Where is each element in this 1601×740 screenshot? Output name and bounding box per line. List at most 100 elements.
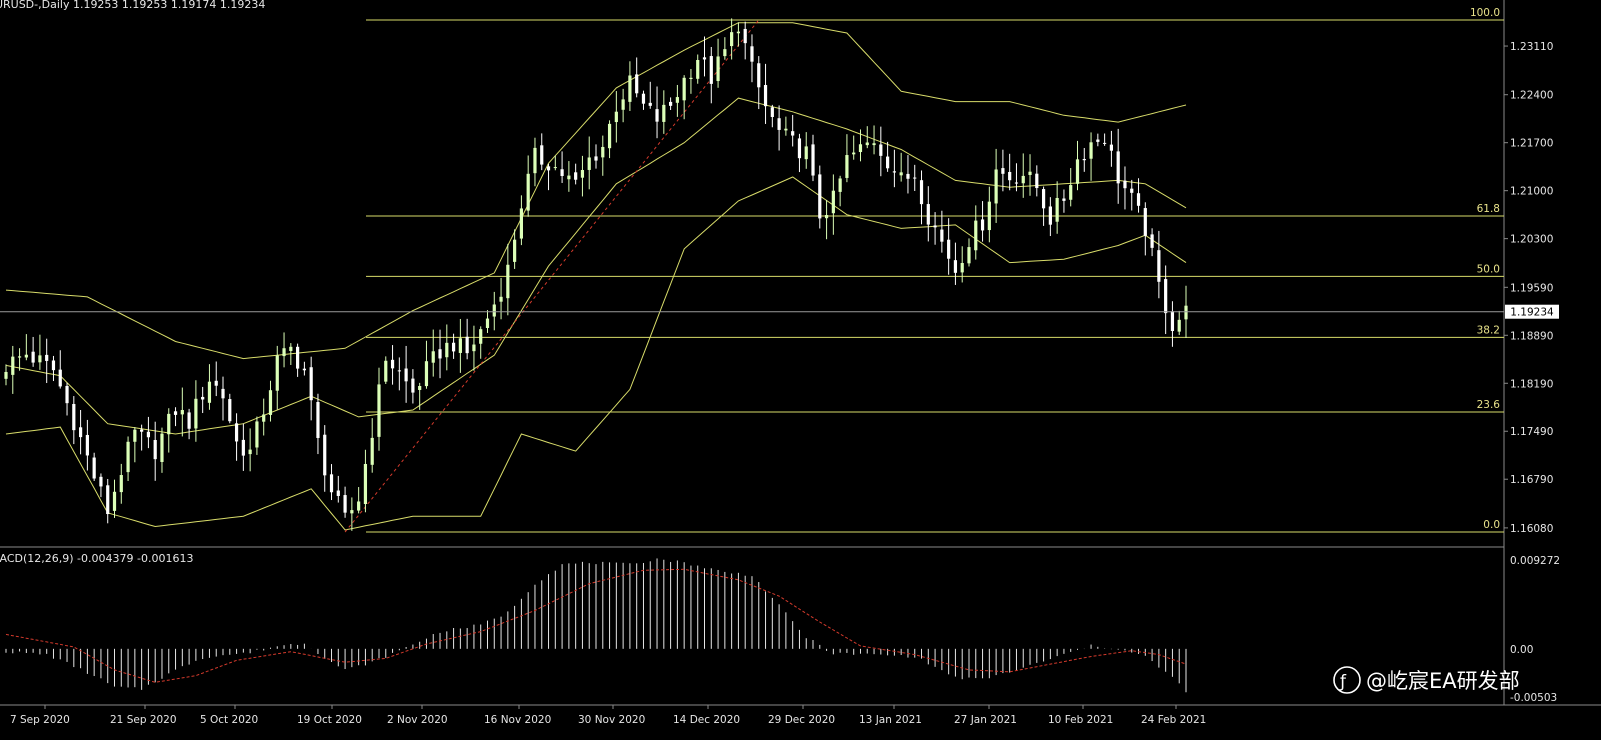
macd-tick-label: -0.00503 <box>1510 692 1557 704</box>
candle-body <box>736 31 741 34</box>
candle-body <box>1014 182 1019 184</box>
candle-body <box>214 380 218 386</box>
candle-body <box>140 429 144 432</box>
candle-body <box>919 180 924 205</box>
candle-body <box>329 474 334 493</box>
candle-body <box>940 229 944 242</box>
candle-body <box>133 429 137 442</box>
candle-body <box>296 346 300 369</box>
candle-body <box>913 177 917 179</box>
candle-body <box>899 172 903 176</box>
macd-header: MACD(12,26,9) -0.004379 -0.001613 <box>0 552 193 565</box>
candle-body <box>580 170 585 178</box>
candle-body <box>587 157 591 170</box>
candle-body <box>390 359 395 369</box>
price-tick-label: 1.16080 <box>1510 523 1553 535</box>
time-tick-label: 30 Nov 2020 <box>578 714 645 726</box>
candle-body <box>221 388 225 399</box>
candle-body <box>601 146 605 158</box>
candle-body <box>879 144 883 156</box>
candle-body <box>1069 185 1073 200</box>
candle-body <box>1103 142 1107 144</box>
candle-body <box>38 355 42 363</box>
time-tick-label: 2 Nov 2020 <box>387 714 448 726</box>
fib-level-label: 38.2 <box>1477 324 1500 336</box>
candle-body <box>784 128 788 131</box>
watermark-text: @屹宸EA研发部 <box>1366 669 1520 693</box>
fib-level-label: 23.6 <box>1477 399 1501 411</box>
time-tick-label: 7 Sep 2020 <box>10 714 70 726</box>
candle-body <box>743 28 747 44</box>
candle-body <box>126 441 130 473</box>
candle-body <box>228 399 232 422</box>
candle-body <box>1170 311 1175 332</box>
candle-body <box>506 264 510 299</box>
chart-background <box>0 0 1601 740</box>
candle-body <box>770 107 774 117</box>
candle-body <box>696 59 700 79</box>
candle-body <box>146 431 151 438</box>
candle-body <box>1082 158 1086 161</box>
candle-body <box>458 338 462 353</box>
candle-body <box>1109 144 1114 151</box>
candle-body <box>621 99 625 110</box>
candle-body <box>1096 139 1100 142</box>
candle-body <box>1008 171 1012 181</box>
candle-body <box>370 437 374 465</box>
candle-body <box>241 439 245 456</box>
candle-body <box>31 351 35 363</box>
price-tick-label: 1.18890 <box>1510 330 1553 342</box>
candle-body <box>465 336 469 354</box>
candle-body <box>445 342 449 358</box>
candle-body <box>892 171 896 173</box>
candle-body <box>662 104 666 122</box>
candle-body <box>65 385 69 404</box>
candle-body <box>384 360 388 382</box>
candle-body <box>472 344 476 352</box>
candle-body <box>1001 168 1005 174</box>
candle-body <box>72 403 76 431</box>
trading-chart[interactable]: 100.0 61.8 50.0 38.2 23.6 0.0 1.19234 1.23110… <box>0 0 1601 740</box>
candle-body <box>1089 142 1093 159</box>
candle-body <box>58 369 62 387</box>
candle-body <box>289 346 293 351</box>
candle-body <box>1028 171 1032 175</box>
candle-body <box>78 427 83 438</box>
candle-body <box>92 457 96 479</box>
fib-level-label: 50.0 <box>1477 263 1500 275</box>
candle-body <box>350 510 354 514</box>
candle-body <box>858 144 863 153</box>
candle-body <box>309 367 313 401</box>
candle-body <box>1041 189 1046 209</box>
candle-body <box>51 360 56 371</box>
candle-body <box>1150 234 1154 248</box>
candle-body <box>675 97 679 103</box>
candle-body <box>574 172 578 180</box>
candle-body <box>689 77 693 79</box>
candle-body <box>85 434 89 456</box>
price-tick-label: 1.23110 <box>1510 41 1553 53</box>
time-tick-label: 19 Oct 2020 <box>297 714 362 726</box>
candle-body <box>397 370 401 372</box>
candle-body <box>906 173 910 179</box>
candle-body <box>519 208 524 239</box>
candle-body <box>607 123 612 149</box>
price-tick-label: 1.21000 <box>1510 186 1553 198</box>
candle-body <box>560 169 564 177</box>
candle-body <box>24 354 28 358</box>
price-tick-label: 1.16790 <box>1510 474 1553 486</box>
candle-body <box>275 355 279 391</box>
candle-body <box>953 260 958 273</box>
candle-body <box>594 156 598 161</box>
candle-body <box>167 413 171 435</box>
price-tick-label: 1.20300 <box>1510 234 1553 246</box>
symbol-header: EURUSD-,Daily 1.19253 1.19253 1.19174 1.… <box>0 0 265 11</box>
fib-level-label: 0.0 <box>1483 519 1500 531</box>
candle-body <box>865 142 869 146</box>
candle-body <box>1143 208 1147 236</box>
candle-body <box>11 356 15 375</box>
candle-body <box>655 109 659 122</box>
time-tick-label: 27 Jan 2021 <box>954 714 1017 726</box>
candle-body <box>540 145 544 165</box>
candle-body <box>45 354 49 361</box>
